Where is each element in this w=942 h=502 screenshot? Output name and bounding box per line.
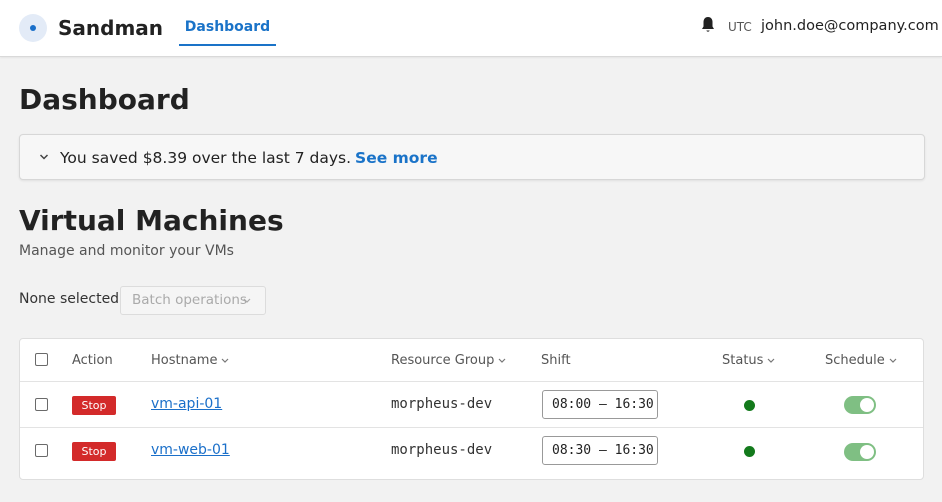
sort-caret-icon[interactable] [498, 358, 506, 364]
timezone-label[interactable]: UTC [728, 20, 752, 34]
savings-banner[interactable]: You saved $8.39 over the last 7 days. See… [19, 134, 925, 180]
column-header-hostname[interactable]: Hostname [151, 353, 229, 368]
hostname-link[interactable]: vm-web-01 [151, 442, 230, 458]
resource-group-value: morpheus-dev [391, 442, 493, 458]
shift-input[interactable]: 08:30 – 16:30 [542, 436, 658, 465]
schedule-toggle[interactable] [844, 443, 876, 461]
savings-text: You saved $8.39 over the last 7 days. See… [60, 149, 438, 167]
schedule-toggle[interactable] [844, 396, 876, 414]
bell-icon[interactable] [700, 16, 716, 34]
row-checkbox[interactable] [35, 398, 48, 411]
sort-caret-icon[interactable] [767, 358, 775, 364]
top-bar: Sandman Dashboard UTC john.doe@company.c… [0, 0, 942, 57]
savings-message: You saved $8.39 over the last 7 days. [60, 149, 352, 167]
app-name[interactable]: Sandman [58, 16, 163, 40]
see-more-link[interactable]: See more [355, 149, 438, 167]
stop-button[interactable]: Stop [72, 396, 116, 415]
vm-table: Action Hostname Resource Group Shift Sta… [19, 338, 924, 480]
resource-group-header-label: Resource Group [391, 353, 495, 368]
table-header-divider [20, 381, 923, 382]
batch-operations-label: Batch operations [132, 292, 247, 308]
row-divider [20, 427, 923, 428]
stop-button[interactable]: Stop [72, 442, 116, 461]
schedule-header-label: Schedule [825, 353, 885, 368]
nav-tab-dashboard[interactable]: Dashboard [179, 0, 276, 46]
hostname-header-label: Hostname [151, 353, 218, 368]
section-title: Virtual Machines [19, 204, 284, 237]
status-dot-icon [744, 446, 755, 457]
chevron-down-icon [243, 298, 251, 303]
column-header-status[interactable]: Status [722, 353, 775, 368]
column-header-action: Action [72, 353, 113, 368]
sort-caret-icon[interactable] [221, 358, 229, 364]
section-subtitle: Manage and monitor your VMs [19, 243, 234, 259]
selection-count: None selected [19, 291, 120, 307]
chevron-down-icon[interactable] [39, 152, 49, 162]
user-email[interactable]: john.doe@company.com [761, 18, 939, 34]
column-header-resource-group[interactable]: Resource Group [391, 353, 506, 368]
select-all-checkbox[interactable] [35, 353, 48, 366]
logo-icon[interactable] [19, 14, 47, 42]
hostname-link[interactable]: vm-api-01 [151, 396, 222, 412]
status-dot-icon [744, 400, 755, 411]
sort-caret-icon[interactable] [889, 358, 897, 364]
page-title: Dashboard [19, 83, 190, 116]
column-header-schedule[interactable]: Schedule [825, 353, 897, 368]
resource-group-value: morpheus-dev [391, 396, 493, 412]
column-header-shift: Shift [541, 353, 571, 368]
row-checkbox[interactable] [35, 444, 48, 457]
batch-operations-dropdown[interactable]: Batch operations [120, 286, 266, 315]
status-header-label: Status [722, 353, 764, 368]
shift-input[interactable]: 08:00 – 16:30 [542, 390, 658, 419]
